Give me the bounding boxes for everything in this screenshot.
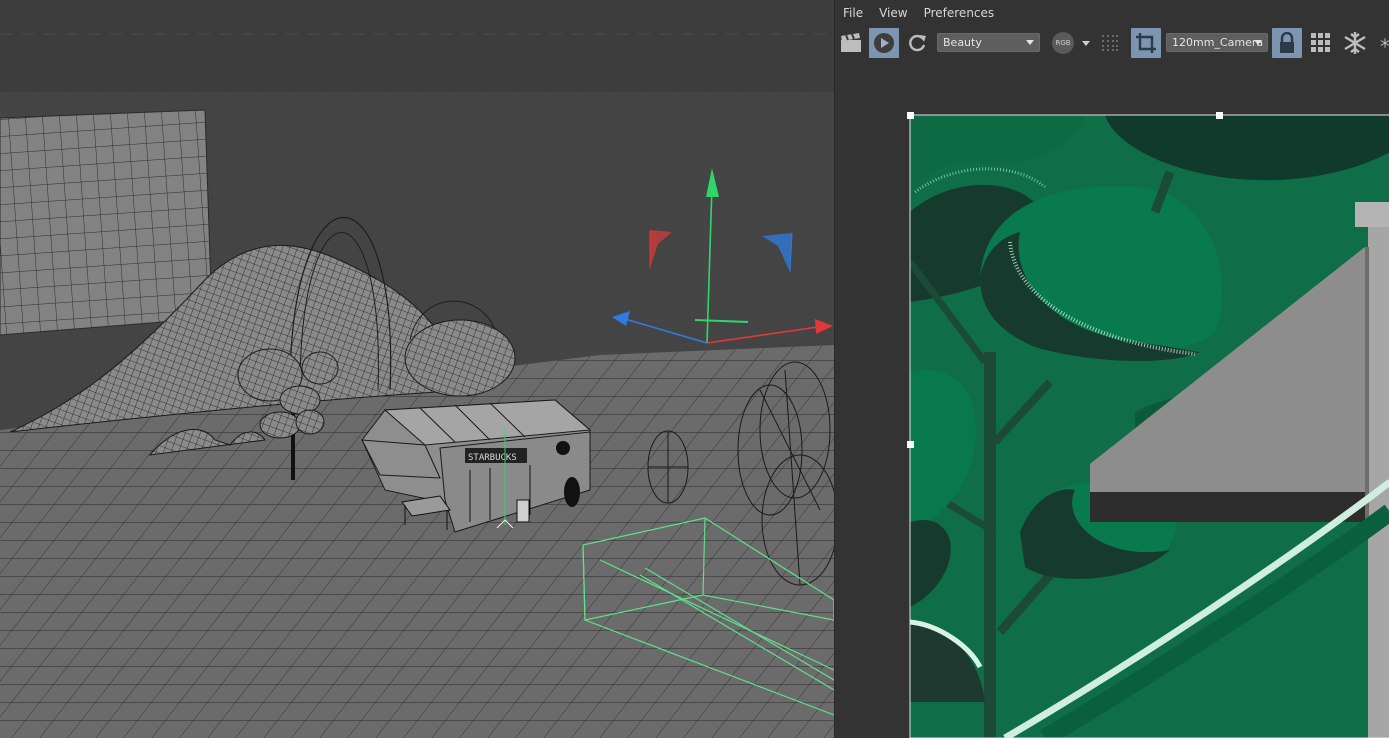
viewport-canvas[interactable]: STARBUCKS xyxy=(0,0,834,738)
play-render-button[interactable] xyxy=(869,28,899,58)
menu-view[interactable]: View xyxy=(871,4,915,24)
crop-handle-top-left[interactable] xyxy=(907,112,914,119)
menu-preferences[interactable]: Preferences xyxy=(916,4,1003,24)
lock-camera-button[interactable] xyxy=(1272,28,1302,58)
clapper-icon[interactable] xyxy=(837,28,865,58)
viewport-top-area xyxy=(0,0,834,92)
channel-chevron-icon[interactable] xyxy=(1079,28,1093,58)
crop-region-button[interactable] xyxy=(1131,28,1161,58)
3d-viewport[interactable]: STARBUCKS xyxy=(0,0,834,738)
dither-grid-icon[interactable] xyxy=(1099,28,1121,58)
rendered-image[interactable] xyxy=(835,62,1389,738)
camera-dropdown[interactable]: 120mm_Camera xyxy=(1166,33,1268,52)
chevron-down-icon xyxy=(1026,40,1034,45)
chevron-down-icon xyxy=(1254,40,1262,45)
crop-icon xyxy=(1136,33,1156,53)
rgb-badge: RGB xyxy=(1052,32,1074,54)
snowflake-partial-icon[interactable] xyxy=(1373,28,1389,58)
buckets-grid-icon[interactable] xyxy=(1307,28,1335,58)
rgb-channel-button[interactable]: RGB xyxy=(1049,28,1077,58)
play-icon xyxy=(874,33,894,53)
render-view-panel: File View Preferences Beauty RGB 120mm_C… xyxy=(834,0,1389,738)
render-mode-dropdown[interactable]: Beauty xyxy=(937,33,1040,52)
render-canvas-area[interactable] xyxy=(835,62,1389,738)
snowflake-icon[interactable] xyxy=(1341,28,1369,58)
lock-icon xyxy=(1280,32,1294,53)
refresh-icon[interactable] xyxy=(903,28,931,58)
render-toolbar: Beauty RGB 120mm_Camera xyxy=(835,28,1389,60)
crop-handle-left-mid[interactable] xyxy=(907,441,914,448)
menu-file[interactable]: File xyxy=(835,4,871,24)
storefront-sign-text: STARBUCKS xyxy=(468,453,517,463)
camera-value: 120mm_Camera xyxy=(1172,36,1264,49)
render-menu-bar: File View Preferences xyxy=(835,4,1002,24)
render-mode-value: Beauty xyxy=(943,36,982,49)
crop-handle-top-mid[interactable] xyxy=(1216,112,1223,119)
